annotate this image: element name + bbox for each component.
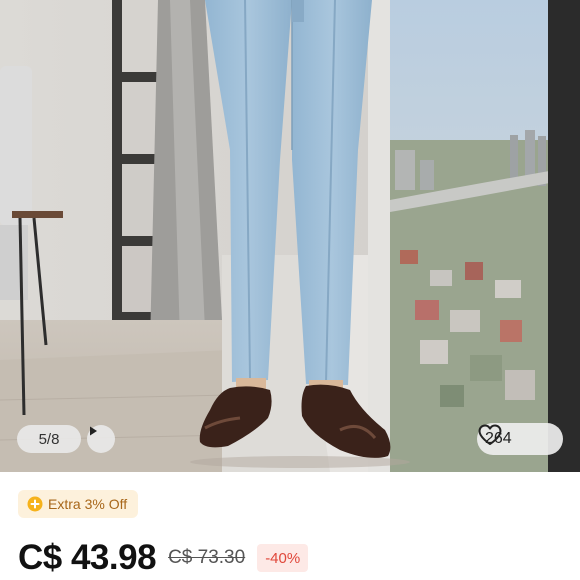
extra-discount-label: Extra 3% Off (48, 496, 128, 512)
original-price: C$ 73.30 (168, 547, 246, 568)
discount-badge: -40% (257, 544, 309, 572)
image-counter: 5/8 (17, 425, 81, 453)
play-icon (90, 426, 97, 436)
play-video-button[interactable] (87, 425, 115, 453)
price-row: C$ 43.98 C$ 73.30 -40% (18, 536, 309, 580)
current-price: C$ 43.98 (18, 538, 157, 577)
product-photo (0, 0, 580, 472)
product-image-gallery[interactable]: 5/8 264 (0, 0, 580, 472)
extra-discount-badge[interactable]: Extra 3% Off (18, 490, 139, 518)
image-counter-text: 5/8 (38, 430, 60, 448)
product-page: 5/8 264 Extra 3% Off C$ 43.98 C$ 73.30 -… (0, 0, 580, 580)
coin-plus-icon (27, 496, 43, 512)
heart-outline-icon (478, 424, 502, 445)
like-button[interactable]: 264 (477, 423, 563, 455)
